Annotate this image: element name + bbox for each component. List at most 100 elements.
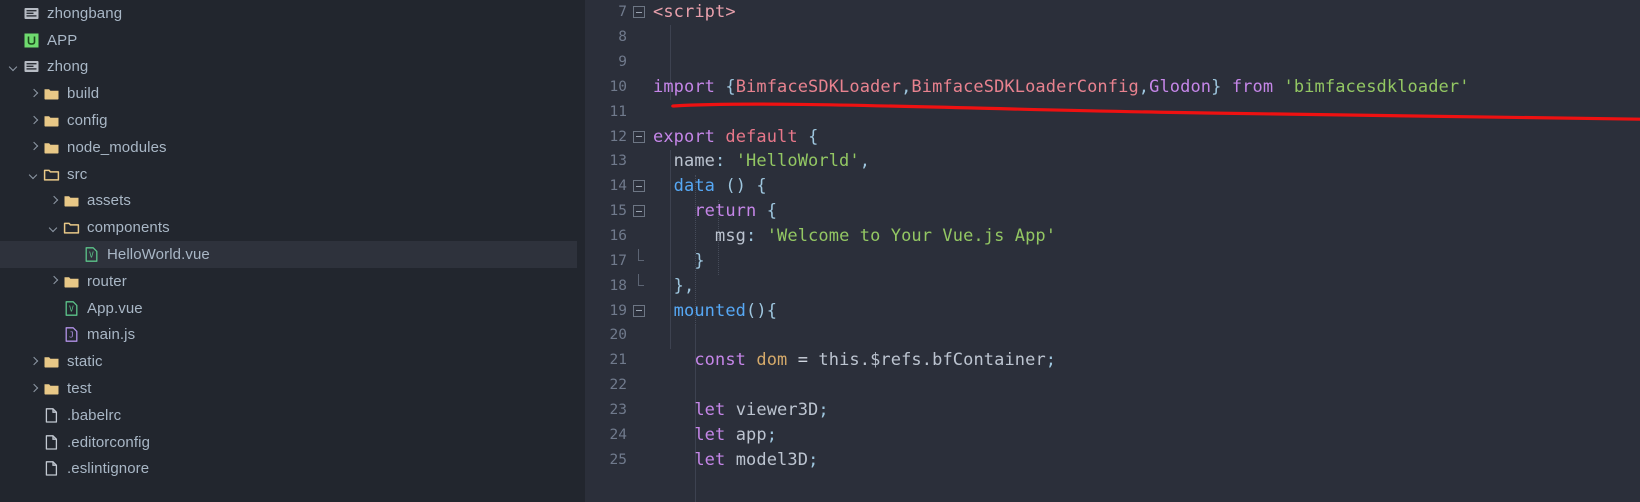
code-line[interactable]: 24 let app;: [585, 422, 1640, 447]
tree-item-label: src: [67, 165, 88, 183]
code-line[interactable]: 17 }: [585, 248, 1640, 273]
code-line[interactable]: 9: [585, 50, 1640, 75]
line-number: 19: [609, 302, 627, 319]
tree-item-label: .eslintignore: [67, 460, 150, 478]
chevron-right-icon[interactable]: [26, 86, 41, 101]
tree-item-label: components: [87, 219, 170, 237]
code-line[interactable]: 21 const dom = this.$refs.bfContainer;: [585, 348, 1640, 373]
tree-folder-item[interactable]: build: [0, 80, 577, 107]
code-text: data () {: [673, 176, 767, 197]
tree-folder-item[interactable]: static: [0, 348, 577, 375]
code-line[interactable]: 13 name: 'HelloWorld',: [585, 149, 1640, 174]
tree-file-item[interactable]: V App.vue: [0, 295, 577, 322]
tree-folder-item[interactable]: config: [0, 107, 577, 134]
ide-window: zhongbang APP zhong build config node_modules…: [0, 0, 1640, 502]
code-text: },: [673, 275, 695, 296]
fold-collapse-icon[interactable]: [633, 130, 645, 143]
fold-collapse-icon[interactable]: [633, 205, 645, 218]
tree-item-label: zhong: [47, 58, 89, 76]
code-line[interactable]: 12 export default {: [585, 124, 1640, 149]
folder-closed-icon: [63, 192, 80, 209]
chevron-right-icon[interactable]: [26, 381, 41, 396]
tree-folder-item[interactable]: zhong: [0, 54, 577, 81]
tree-folder-item[interactable]: components: [0, 214, 577, 241]
line-number: 8: [618, 29, 627, 46]
fold-end-icon[interactable]: [633, 273, 645, 292]
tree-folder-item[interactable]: assets: [0, 188, 577, 215]
line-number: 9: [618, 54, 627, 71]
tree-file-item[interactable]: .babelrc: [0, 402, 577, 429]
code-lines[interactable]: 7 <script> 8 9 10 import {BimfaceSDKLoader,Bi…: [585, 0, 1640, 502]
fold-collapse-icon[interactable]: [633, 180, 645, 193]
code-line[interactable]: 23 let viewer3D;: [585, 398, 1640, 423]
svg-text:V: V: [89, 251, 94, 260]
folder-closed-icon: [43, 380, 60, 397]
folder-closed-icon: [43, 353, 60, 370]
tree-folder-item[interactable]: node_modules: [0, 134, 577, 161]
line-number: 13: [609, 153, 627, 170]
code-line[interactable]: 16 msg: 'Welcome to Your Vue.js App': [585, 224, 1640, 249]
tree-file-item[interactable]: .eslintignore: [0, 456, 577, 483]
code-line[interactable]: 14 data () {: [585, 174, 1640, 199]
svg-text:J: J: [69, 331, 74, 340]
chevron-down-icon[interactable]: [26, 167, 41, 182]
code-line[interactable]: 20: [585, 323, 1640, 348]
chevron-down-icon[interactable]: [6, 59, 21, 74]
fold-collapse-icon[interactable]: [633, 304, 645, 317]
code-line[interactable]: 7 <script>: [585, 0, 1640, 25]
tree-item-label: .babelrc: [67, 406, 122, 424]
code-text: mounted(){: [673, 300, 778, 321]
chevron-right-icon[interactable]: [46, 193, 61, 208]
fold-end-icon[interactable]: [633, 248, 645, 267]
vue-file-icon: V: [63, 300, 80, 317]
chevron-right-icon[interactable]: [26, 140, 41, 155]
tree-file-item[interactable]: .editorconfig: [0, 429, 577, 456]
tree-item-label: APP: [47, 31, 78, 49]
code-line[interactable]: 10 import {BimfaceSDKLoader,BimfaceSDKLoa…: [585, 75, 1640, 100]
tree-folder-item[interactable]: zhongbang: [0, 0, 577, 27]
tree-folder-item[interactable]: src: [0, 161, 577, 188]
code-text: let app;: [694, 424, 778, 445]
code-line[interactable]: 22: [585, 373, 1640, 398]
vue-file-icon: V: [83, 246, 100, 263]
tree-folder-item[interactable]: test: [0, 375, 577, 402]
fold-collapse-icon[interactable]: [633, 6, 645, 19]
chevron-right-icon[interactable]: [26, 113, 41, 128]
code-line[interactable]: 19 mounted(){: [585, 298, 1640, 323]
tree-item-label: config: [67, 112, 108, 130]
code-text: let viewer3D;: [694, 399, 829, 420]
code-text: name: 'HelloWorld',: [673, 151, 871, 172]
code-text: }: [694, 250, 705, 271]
line-number: 10: [609, 78, 627, 95]
code-line[interactable]: 8: [585, 25, 1640, 50]
chevron-right-icon[interactable]: [46, 274, 61, 289]
text-file-icon: [43, 407, 60, 424]
tree-file-item[interactable]: V HelloWorld.vue: [0, 241, 577, 268]
chevron-down-icon[interactable]: [46, 220, 61, 235]
code-line[interactable]: 11: [585, 99, 1640, 124]
project-tree-panel[interactable]: zhongbang APP zhong build config node_modules…: [0, 0, 577, 502]
tree-item-label: zhongbang: [47, 4, 123, 22]
tree-item-label: main.js: [87, 326, 136, 344]
tree-folder-item[interactable]: router: [0, 268, 577, 295]
chevron-right-icon[interactable]: [26, 354, 41, 369]
folder-open-icon: [63, 219, 80, 236]
tree-folder-item[interactable]: APP: [0, 27, 577, 54]
code-line[interactable]: 18 },: [585, 273, 1640, 298]
line-number: 23: [609, 401, 627, 418]
folder-closed-icon: [63, 273, 80, 290]
text-file-icon: [43, 460, 60, 477]
code-line[interactable]: 25 let model3D;: [585, 447, 1640, 472]
code-editor[interactable]: 7 <script> 8 9 10 import {BimfaceSDKLoader,Bi…: [585, 0, 1640, 502]
folder-open-icon: [43, 166, 60, 183]
folder-closed-icon: [43, 112, 60, 129]
code-line[interactable]: 15 return {: [585, 199, 1640, 224]
tree-file-item[interactable]: Jmain.js: [0, 322, 577, 349]
tree-item-label: assets: [87, 192, 131, 210]
text-file-icon: [43, 434, 60, 451]
